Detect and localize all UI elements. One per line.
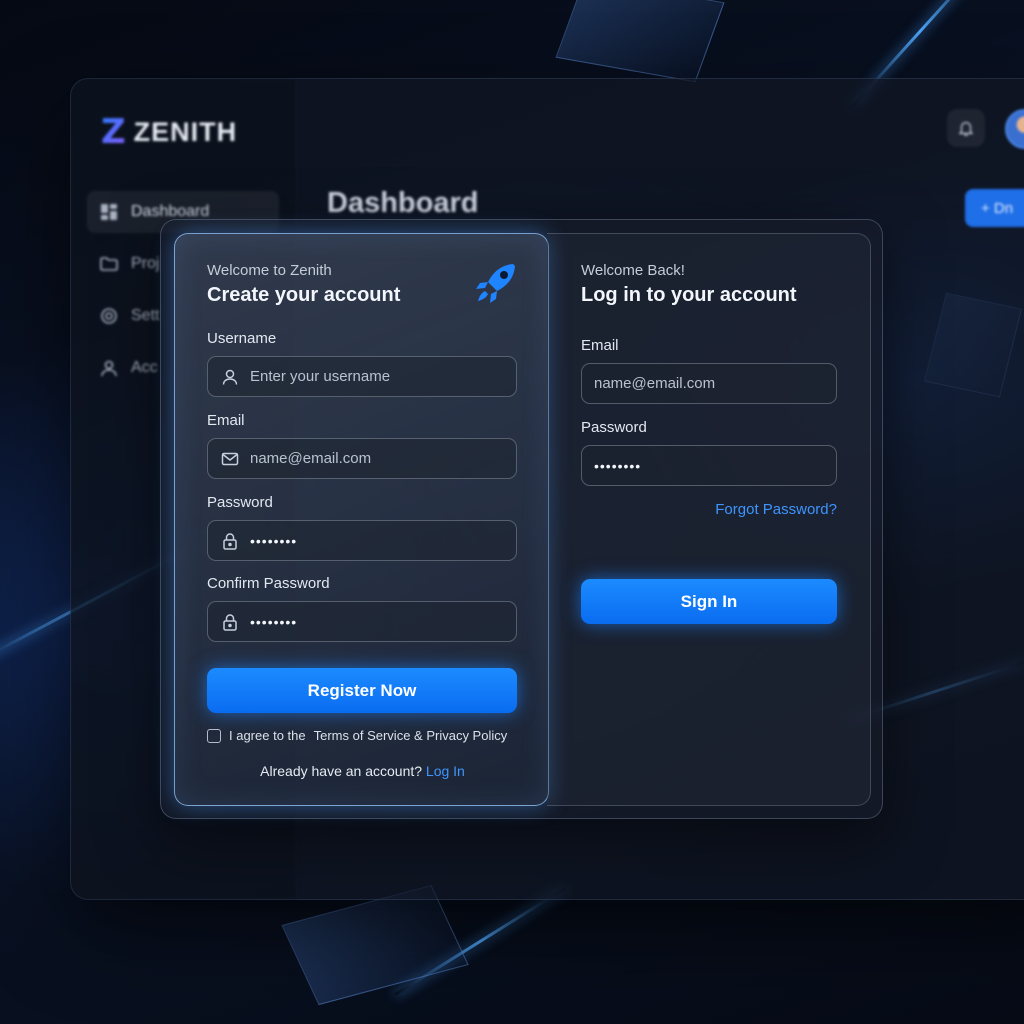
folder-icon [100,257,118,271]
user-icon [101,360,117,377]
auth-modal: Welcome to Zenith Create your account Us… [160,219,883,819]
terms-agreement: I agree to the Terms of Service & Privac… [207,728,507,743]
login-prompt: Already have an account? Log In [175,763,550,779]
login-heading: Log in to your account [581,284,797,306]
dashboard-icon [101,204,117,220]
gear-icon [101,308,117,324]
login-prompt-text: Already have an account? [260,763,423,779]
crystal-shard [281,884,469,1006]
sidebar-item-label: Proj [131,255,160,272]
register-email-input[interactable]: name@email.com [207,438,517,479]
brand-logo: Z ZENITH [101,115,237,149]
terms-checkbox[interactable] [207,728,221,743]
login-panel: Welcome Back! Log in to your account Ema… [547,233,871,806]
user-icon [222,369,238,385]
notifications-button[interactable] [947,109,985,147]
agree-prefix: I agree to the [229,728,306,743]
sidebar-item-label: Acc [131,359,158,376]
page-title: Dashboard [327,187,479,219]
register-panel: Welcome to Zenith Create your account Us… [174,233,549,806]
username-label: Username [207,330,277,347]
email-placeholder: name@email.com [250,450,372,467]
login-link[interactable]: Log In [426,763,465,779]
register-button[interactable]: Register Now [207,668,517,713]
lock-icon [223,532,237,550]
confirm-password-label: Confirm Password [207,575,330,592]
password-label: Password [207,494,273,511]
sidebar-item-label: Sett [131,307,160,324]
login-password-input[interactable]: •••••••• [581,445,837,486]
login-password-value: •••••••• [594,457,642,474]
login-password-label: Password [581,419,647,436]
login-email-label: Email [581,337,619,354]
confirm-password-input[interactable]: •••••••• [207,601,517,642]
crystal-shard [555,0,725,83]
bell-icon [958,121,974,136]
terms-link[interactable]: Terms of Service & Privacy Policy [314,728,508,743]
login-eyebrow: Welcome Back! [581,262,685,279]
mail-icon [221,452,239,465]
username-placeholder: Enter your username [250,368,391,385]
register-heading: Create your account [207,284,401,306]
register-eyebrow: Welcome to Zenith [207,262,332,279]
login-email-input[interactable]: name@email.com [581,363,837,404]
register-password-input[interactable]: •••••••• [207,520,517,561]
password-value: •••••••• [250,532,298,549]
lock-icon [223,613,237,631]
rocket-icon [476,264,515,303]
avatar[interactable] [1005,109,1024,149]
sign-in-button[interactable]: Sign In [581,579,837,624]
confirm-password-value: •••••••• [250,613,298,630]
email-label: Email [207,412,245,429]
brand-name: ZENITH [133,116,238,147]
logo-mark: Z [101,112,126,152]
forgot-password-link[interactable]: Forgot Password? [581,501,837,518]
login-email-placeholder: name@email.com [594,375,716,392]
username-input[interactable]: Enter your username [207,356,517,397]
new-item-button[interactable]: + Dn [965,189,1024,227]
